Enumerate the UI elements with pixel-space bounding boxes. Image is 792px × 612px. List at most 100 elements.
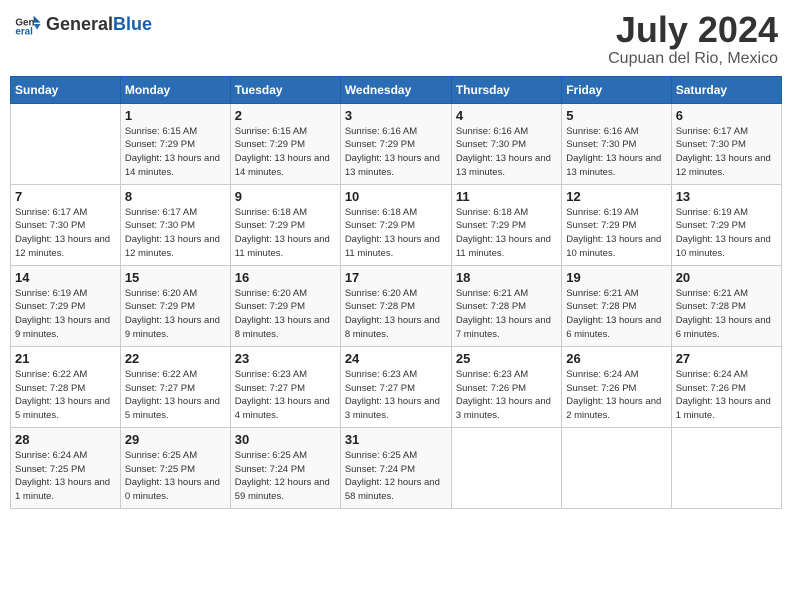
calendar-day-cell: 31 Sunrise: 6:25 AMSunset: 7:24 PMDayligh… (340, 427, 451, 508)
day-number: 9 (235, 189, 336, 204)
calendar-week-row: 7 Sunrise: 6:17 AMSunset: 7:30 PMDaylight… (11, 184, 782, 265)
calendar-day-cell: 26 Sunrise: 6:24 AMSunset: 7:26 PMDayligh… (562, 346, 671, 427)
day-number: 31 (345, 432, 447, 447)
day-number: 4 (456, 108, 557, 123)
calendar-day-cell: 12 Sunrise: 6:19 AMSunset: 7:29 PMDayligh… (562, 184, 671, 265)
day-number: 5 (566, 108, 666, 123)
logo: Gen eral GeneralBlue (14, 10, 152, 38)
day-number: 27 (676, 351, 777, 366)
day-info: Sunrise: 6:20 AMSunset: 7:28 PMDaylight:… (345, 287, 447, 342)
calendar-day-cell: 5 Sunrise: 6:16 AMSunset: 7:30 PMDaylight… (562, 103, 671, 184)
calendar-day-cell: 23Sunrise: 6:23 AMSunset: 7:27 PMDayligh… (230, 346, 340, 427)
day-of-week-header: Monday (120, 76, 230, 103)
calendar-day-cell: 15 Sunrise: 6:20 AMSunset: 7:29 PMDayligh… (120, 265, 230, 346)
day-info: Sunrise: 6:19 AMSunset: 7:29 PMDaylight:… (15, 287, 116, 342)
calendar-day-cell: 8Sunrise: 6:17 AMSunset: 7:30 PMDaylight… (120, 184, 230, 265)
calendar-week-row: 1 Sunrise: 6:15 AMSunset: 7:29 PMDaylight… (11, 103, 782, 184)
day-info: Sunrise: 6:24 AMSunset: 7:26 PMDaylight:… (676, 368, 777, 423)
day-number: 19 (566, 270, 666, 285)
day-info: Sunrise: 6:18 AMSunset: 7:29 PMDaylight:… (345, 206, 447, 261)
day-number: 26 (566, 351, 666, 366)
calendar-day-cell (671, 427, 781, 508)
calendar-day-cell: 18 Sunrise: 6:21 AMSunset: 7:28 PMDayligh… (451, 265, 561, 346)
calendar-day-cell: 19 Sunrise: 6:21 AMSunset: 7:28 PMDayligh… (562, 265, 671, 346)
month-year: July 2024 (608, 10, 778, 50)
calendar-day-cell (562, 427, 671, 508)
calendar-day-cell: 30 Sunrise: 6:25 AMSunset: 7:24 PMDayligh… (230, 427, 340, 508)
day-of-week-header: Sunday (11, 76, 121, 103)
calendar-day-cell: 22 Sunrise: 6:22 AMSunset: 7:27 PMDayligh… (120, 346, 230, 427)
day-info: Sunrise: 6:22 AMSunset: 7:28 PMDaylight:… (15, 368, 116, 423)
day-info: Sunrise: 6:17 AMSunset: 7:30 PMDaylight:… (676, 125, 777, 180)
day-number: 16 (235, 270, 336, 285)
day-info: Sunrise: 6:24 AMSunset: 7:26 PMDaylight:… (566, 368, 666, 423)
day-info: Sunrise: 6:15 AMSunset: 7:29 PMDaylight:… (125, 125, 226, 180)
svg-text:eral: eral (15, 27, 33, 38)
calendar-day-cell: 2 Sunrise: 6:15 AMSunset: 7:29 PMDaylight… (230, 103, 340, 184)
calendar-table: SundayMondayTuesdayWednesdayThursdayFrid… (10, 76, 782, 509)
day-info: Sunrise: 6:23 AMSunset: 7:27 PMDaylight:… (345, 368, 447, 423)
day-of-week-header: Tuesday (230, 76, 340, 103)
calendar-day-cell: 6Sunrise: 6:17 AMSunset: 7:30 PMDaylight… (671, 103, 781, 184)
day-number: 25 (456, 351, 557, 366)
day-number: 22 (125, 351, 226, 366)
calendar-day-cell: 13Sunrise: 6:19 AMSunset: 7:29 PMDayligh… (671, 184, 781, 265)
calendar-day-cell: 24 Sunrise: 6:23 AMSunset: 7:27 PMDayligh… (340, 346, 451, 427)
day-number: 1 (125, 108, 226, 123)
day-info: Sunrise: 6:18 AMSunset: 7:29 PMDaylight:… (235, 206, 336, 261)
day-info: Sunrise: 6:16 AMSunset: 7:29 PMDaylight:… (345, 125, 447, 180)
day-info: Sunrise: 6:19 AMSunset: 7:29 PMDaylight:… (676, 206, 777, 261)
day-number: 12 (566, 189, 666, 204)
calendar-day-cell (11, 103, 121, 184)
calendar-day-cell: 1 Sunrise: 6:15 AMSunset: 7:29 PMDaylight… (120, 103, 230, 184)
day-number: 3 (345, 108, 447, 123)
day-number: 8 (125, 189, 226, 204)
calendar-day-cell: 4 Sunrise: 6:16 AMSunset: 7:30 PMDaylight… (451, 103, 561, 184)
day-info: Sunrise: 6:21 AMSunset: 7:28 PMDaylight:… (456, 287, 557, 342)
page-header: Gen eral GeneralBlue July 2024 Cupuan de… (10, 10, 782, 68)
calendar-day-cell: 27 Sunrise: 6:24 AMSunset: 7:26 PMDayligh… (671, 346, 781, 427)
day-of-week-header: Friday (562, 76, 671, 103)
day-number: 2 (235, 108, 336, 123)
calendar-week-row: 21 Sunrise: 6:22 AMSunset: 7:28 PMDayligh… (11, 346, 782, 427)
day-info: Sunrise: 6:20 AMSunset: 7:29 PMDaylight:… (125, 287, 226, 342)
day-number: 30 (235, 432, 336, 447)
day-number: 18 (456, 270, 557, 285)
day-number: 21 (15, 351, 116, 366)
day-info: Sunrise: 6:23 AMSunset: 7:26 PMDaylight:… (456, 368, 557, 423)
calendar-day-cell: 28Sunrise: 6:24 AMSunset: 7:25 PMDayligh… (11, 427, 121, 508)
calendar-day-cell: 17 Sunrise: 6:20 AMSunset: 7:28 PMDayligh… (340, 265, 451, 346)
day-info: Sunrise: 6:22 AMSunset: 7:27 PMDaylight:… (125, 368, 226, 423)
calendar-day-cell: 25 Sunrise: 6:23 AMSunset: 7:26 PMDayligh… (451, 346, 561, 427)
day-info: Sunrise: 6:16 AMSunset: 7:30 PMDaylight:… (566, 125, 666, 180)
calendar-day-cell: 7 Sunrise: 6:17 AMSunset: 7:30 PMDaylight… (11, 184, 121, 265)
day-number: 10 (345, 189, 447, 204)
location: Cupuan del Rio, Mexico (608, 50, 778, 68)
calendar-header-row: SundayMondayTuesdayWednesdayThursdayFrid… (11, 76, 782, 103)
day-number: 15 (125, 270, 226, 285)
day-info: Sunrise: 6:25 AMSunset: 7:24 PMDaylight:… (235, 449, 336, 504)
day-of-week-header: Thursday (451, 76, 561, 103)
day-number: 7 (15, 189, 116, 204)
calendar-day-cell: 10 Sunrise: 6:18 AMSunset: 7:29 PMDayligh… (340, 184, 451, 265)
day-info: Sunrise: 6:16 AMSunset: 7:30 PMDaylight:… (456, 125, 557, 180)
calendar-week-row: 14Sunrise: 6:19 AMSunset: 7:29 PMDayligh… (11, 265, 782, 346)
day-info: Sunrise: 6:24 AMSunset: 7:25 PMDaylight:… (15, 449, 116, 504)
calendar-day-cell: 20Sunrise: 6:21 AMSunset: 7:28 PMDayligh… (671, 265, 781, 346)
day-info: Sunrise: 6:17 AMSunset: 7:30 PMDaylight:… (15, 206, 116, 261)
title-area: July 2024 Cupuan del Rio, Mexico (608, 10, 778, 68)
calendar-day-cell: 9 Sunrise: 6:18 AMSunset: 7:29 PMDaylight… (230, 184, 340, 265)
day-info: Sunrise: 6:25 AMSunset: 7:25 PMDaylight:… (125, 449, 226, 504)
day-info: Sunrise: 6:25 AMSunset: 7:24 PMDaylight:… (345, 449, 447, 504)
calendar-day-cell (451, 427, 561, 508)
day-number: 17 (345, 270, 447, 285)
calendar-day-cell: 16Sunrise: 6:20 AMSunset: 7:29 PMDayligh… (230, 265, 340, 346)
calendar-week-row: 28Sunrise: 6:24 AMSunset: 7:25 PMDayligh… (11, 427, 782, 508)
day-info: Sunrise: 6:21 AMSunset: 7:28 PMDaylight:… (566, 287, 666, 342)
calendar-day-cell: 29 Sunrise: 6:25 AMSunset: 7:25 PMDayligh… (120, 427, 230, 508)
day-number: 29 (125, 432, 226, 447)
day-number: 24 (345, 351, 447, 366)
calendar-day-cell: 3 Sunrise: 6:16 AMSunset: 7:29 PMDaylight… (340, 103, 451, 184)
day-info: Sunrise: 6:15 AMSunset: 7:29 PMDaylight:… (235, 125, 336, 180)
day-info: Sunrise: 6:19 AMSunset: 7:29 PMDaylight:… (566, 206, 666, 261)
